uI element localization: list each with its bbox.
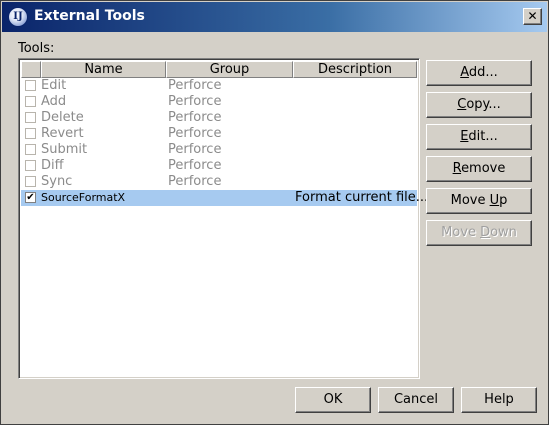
tool-enabled-checkbox[interactable]: [25, 160, 36, 171]
table-row[interactable]: Sync Perforce: [21, 174, 417, 190]
add-button-label-post: dd...: [468, 65, 498, 80]
table-header: Name Group Description: [21, 61, 417, 78]
add-button[interactable]: Add...: [426, 60, 532, 86]
edit-button-label-post: dit...: [468, 129, 498, 144]
tool-name-cell: SourceFormatX: [41, 191, 126, 204]
column-header-enabled[interactable]: [21, 61, 41, 78]
tool-enabled-checkbox[interactable]: [25, 80, 36, 91]
table-body: Edit Perforce Add Perforce Delete Perforce Rev…: [21, 78, 428, 206]
table-row[interactable]: Add Perforce: [21, 94, 417, 110]
table-row[interactable]: ✔ SourceFormatX Format current file...: [21, 190, 428, 206]
move-down-button-label-pre: Move: [441, 225, 481, 240]
tool-enabled-checkbox[interactable]: [25, 128, 36, 139]
copy-button-label-post: opy...: [466, 97, 501, 112]
tool-name-cell: Submit: [41, 142, 88, 157]
tool-group-cell: Perforce: [168, 174, 222, 189]
tool-name-cell: Add: [41, 94, 67, 109]
external-tools-dialog: IJ External Tools ✕ Tools: Name Group De…: [0, 0, 549, 425]
tool-enabled-checkbox[interactable]: [25, 144, 36, 155]
move-up-button-label-pre: Move: [450, 193, 490, 208]
tool-group-cell: Perforce: [168, 142, 222, 157]
tools-table[interactable]: Name Group Description Edit Perforce Add Pe…: [18, 58, 428, 379]
tool-group-cell: Perforce: [168, 126, 222, 141]
remove-button-mnemonic: R: [452, 161, 462, 176]
tool-group-cell: Perforce: [168, 158, 222, 173]
move-down-button-mnemonic: D: [480, 225, 491, 240]
close-button[interactable]: ✕: [523, 8, 542, 25]
tool-group-cell: Perforce: [168, 94, 222, 109]
help-button[interactable]: Help: [461, 387, 537, 413]
table-row[interactable]: Edit Perforce: [21, 78, 417, 94]
tool-name-cell: Diff: [41, 158, 64, 173]
column-header-group[interactable]: Group: [166, 61, 293, 78]
copy-button[interactable]: Copy...: [426, 92, 532, 118]
table-row[interactable]: Delete Perforce: [21, 110, 417, 126]
copy-button-mnemonic: C: [457, 97, 467, 112]
move-up-button[interactable]: Move Up: [426, 188, 532, 214]
column-header-description[interactable]: Description: [293, 61, 417, 78]
tool-name-cell: Edit: [41, 78, 67, 93]
tool-description-cell: Format current file...: [295, 190, 429, 205]
tool-enabled-checkbox[interactable]: [25, 176, 36, 187]
tool-enabled-checkbox[interactable]: ✔: [25, 192, 36, 203]
move-down-button[interactable]: Move Down: [426, 220, 532, 246]
remove-button-label-post: emove: [461, 161, 506, 176]
tool-enabled-checkbox[interactable]: [25, 96, 36, 107]
cancel-button[interactable]: Cancel: [378, 387, 454, 413]
app-logo-icon: IJ: [8, 7, 28, 27]
table-row[interactable]: Submit Perforce: [21, 142, 417, 158]
tool-group-cell: Perforce: [168, 78, 222, 93]
window-title: External Tools: [34, 8, 145, 24]
tool-enabled-checkbox[interactable]: [25, 112, 36, 123]
table-row[interactable]: Revert Perforce: [21, 126, 417, 142]
move-up-button-mnemonic: U: [489, 193, 500, 208]
column-header-name[interactable]: Name: [41, 61, 166, 78]
edit-button[interactable]: Edit...: [426, 124, 532, 150]
title-bar[interactable]: IJ External Tools ✕: [2, 2, 547, 32]
tool-group-cell: Perforce: [168, 110, 222, 125]
remove-button[interactable]: Remove: [426, 156, 532, 182]
tools-label: Tools:: [18, 41, 55, 56]
table-row[interactable]: Diff Perforce: [21, 158, 417, 174]
tool-name-cell: Delete: [41, 110, 84, 125]
ok-button[interactable]: OK: [295, 387, 371, 413]
move-down-button-label-post: own: [490, 225, 517, 240]
tool-name-cell: Sync: [41, 174, 73, 189]
move-up-button-label-post: p: [499, 193, 508, 208]
add-button-mnemonic: A: [460, 65, 469, 80]
tool-name-cell: Revert: [41, 126, 84, 141]
